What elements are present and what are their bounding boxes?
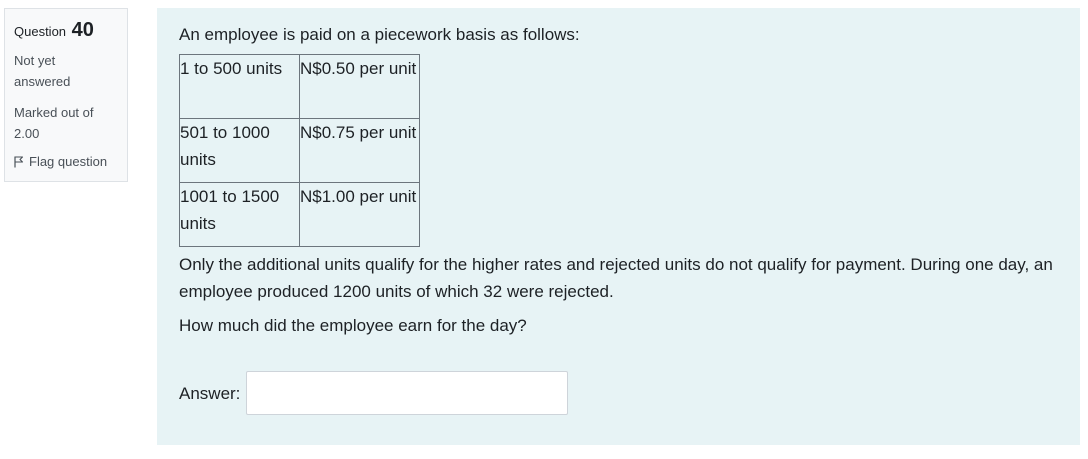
answer-input[interactable] [246, 371, 569, 415]
question-number: Question 40 [14, 19, 118, 42]
table-row: 1001 to 1500 units N$1.00 per unit [179, 182, 420, 247]
question-grade: Marked out of 2.00 [14, 102, 118, 144]
question-label: Question [14, 24, 67, 39]
grade-line-2: 2.00 [14, 126, 40, 141]
table-cell-rate: N$0.75 per unit [299, 118, 420, 183]
state-line-1: Not yet [14, 53, 56, 68]
grade-line-1: Marked out of [14, 105, 94, 120]
table-row: 501 to 1000 units N$0.75 per unit [179, 118, 420, 183]
question-details: Only the additional units qualify for th… [179, 255, 1053, 301]
answer-row: Answer: [179, 371, 1058, 415]
flag-question-link[interactable]: Flag question [14, 154, 118, 169]
question-number-value: 40 [71, 19, 94, 41]
answer-label: Answer: [179, 383, 241, 403]
table-cell-range: 501 to 1000 units [179, 118, 300, 183]
table-cell-range: 1001 to 1500 units [179, 182, 300, 247]
question-state: Not yet answered [14, 50, 118, 92]
table-cell-rate: N$1.00 per unit [299, 182, 420, 247]
piecework-rate-table: 1 to 500 units N$0.50 per unit 501 to 10… [179, 54, 420, 247]
state-line-2: answered [14, 74, 71, 89]
question-intro: An employee is paid on a piecework basis… [179, 25, 580, 44]
table-row: 1 to 500 units N$0.50 per unit [179, 54, 420, 119]
question-content: An employee is paid on a piecework basis… [157, 8, 1080, 445]
flag-question-label: Flag question [29, 154, 108, 169]
table-cell-rate: N$0.50 per unit [299, 54, 420, 119]
flag-icon [14, 155, 24, 167]
question-info-panel: Question 40 Not yet answered Marked out … [4, 8, 128, 182]
question-prompt: How much did the employee earn for the d… [179, 316, 527, 335]
table-cell-range: 1 to 500 units [179, 54, 300, 119]
